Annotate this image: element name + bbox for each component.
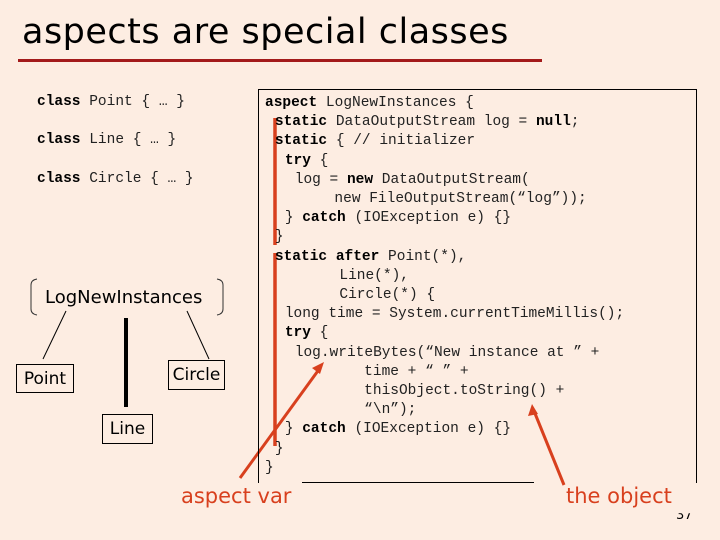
code-keyword: catch [302, 421, 346, 438]
code-text: } [274, 229, 284, 246]
code-line: static DataOutputStream log = null; [275, 113, 580, 132]
code-text: Circle(*) { [339, 287, 436, 303]
annotation-aspect-var: aspect var [181, 484, 292, 508]
code-line: static { // initializer [275, 132, 475, 151]
code-line: new FileOutputStream(“log”)); [334, 190, 586, 209]
code-line: time + “ ” + [364, 363, 468, 382]
code-line: } [265, 459, 274, 478]
code-text: long time = System.currentTimeMillis(); [284, 306, 625, 323]
code-text: Line(*), [339, 267, 409, 284]
code-line: } [275, 440, 284, 459]
code-text: { [310, 325, 329, 342]
code-line: try { [285, 152, 329, 171]
code-text: DataOutputStream log = [327, 114, 536, 131]
class-box-circle: Circle [168, 360, 225, 390]
code-line: } [275, 228, 284, 247]
connector-point [42, 310, 67, 360]
code-text: (IOException e) {} [345, 421, 512, 438]
code-text: { // initializer [327, 133, 476, 150]
code-line: long time = System.currentTimeMillis(); [285, 305, 624, 324]
code-keyword: static [274, 133, 328, 150]
code-text: (IOException e) {} [345, 210, 512, 227]
code-text: DataOutputStream( [373, 171, 530, 188]
code-keyword: try [284, 152, 311, 169]
code-text: LogNewInstances { [317, 95, 474, 111]
code-text: thisObject.toString() + [364, 383, 565, 399]
code-text: { [310, 152, 329, 169]
code-keyword: after [335, 248, 380, 265]
class-box-line: Line [102, 414, 153, 444]
code-box-bottom-border [302, 482, 534, 483]
code-text: Point(*), [379, 248, 467, 265]
code-line: log = new DataOutputStream( [295, 171, 530, 190]
code-text: } [284, 421, 303, 438]
code-keyword: static [274, 114, 328, 131]
code-line: } catch (IOException e) {} [285, 209, 511, 228]
code-keyword: null [535, 114, 571, 131]
code-text: log = [294, 171, 347, 188]
code-text: ; [570, 114, 580, 131]
class-box-point: Point [16, 364, 74, 393]
code-text: } [274, 440, 284, 457]
code-line: “\n”); [364, 401, 416, 420]
code-line: aspect LogNewInstances { [265, 94, 474, 113]
code-text: “\n”); [364, 402, 417, 419]
left-bracket [30, 278, 38, 316]
code-text: } [284, 210, 303, 227]
code-keyword: new [346, 171, 374, 188]
code-text: new FileOutputStream(“log”)); [334, 191, 587, 207]
code-line: Circle(*) { [339, 286, 435, 305]
code-line: } catch (IOException e) {} [285, 420, 511, 439]
code-line: thisObject.toString() + [364, 382, 564, 401]
code-text: time + “ ” + [364, 363, 469, 380]
code-keyword: try [284, 325, 311, 342]
connector-circle [186, 310, 210, 360]
code-text: log.writeBytes(“New instance at ” + [294, 344, 600, 361]
code-line: Line(*), [339, 267, 409, 286]
code-text: } [265, 459, 274, 476]
code-line: static after Point(*), [275, 248, 466, 267]
code-keyword: static [274, 248, 328, 265]
code-line: try { [285, 324, 329, 343]
annotation-the-object: the object [566, 484, 672, 508]
aspect-label: LogNewInstances [45, 287, 203, 308]
code-keyword: aspect [265, 95, 318, 111]
right-bracket [216, 278, 224, 316]
code-line: log.writeBytes(“New instance at ” + [295, 344, 600, 363]
code-keyword: catch [302, 210, 346, 227]
